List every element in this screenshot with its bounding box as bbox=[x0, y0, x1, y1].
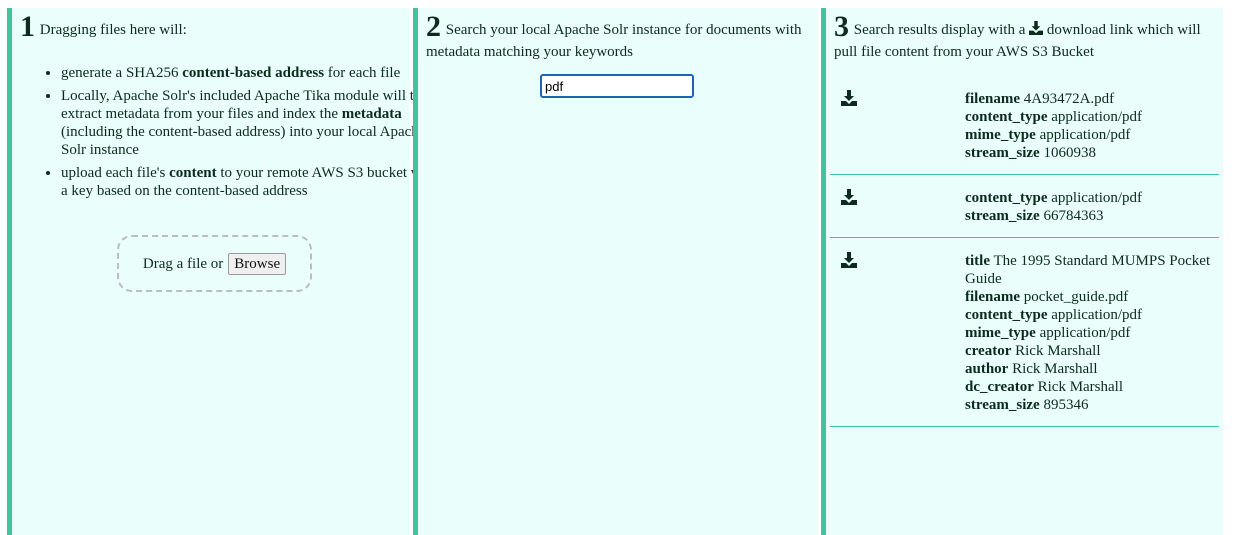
metadata-field: author Rick Marshall bbox=[965, 360, 1219, 378]
results-panel: 3 Search results display with a download… bbox=[821, 8, 1223, 535]
metadata-field: content_type application/pdf bbox=[965, 306, 1219, 324]
bullet-emphasis: metadata bbox=[341, 106, 402, 122]
field-value: pocket_guide.pdf bbox=[1023, 289, 1129, 305]
field-key: stream_size bbox=[965, 208, 1040, 224]
bullet-text: (including the content-based address) in… bbox=[61, 124, 426, 158]
result-metadata: filename 4A93472A.pdf content_type applic… bbox=[965, 90, 1219, 174]
metadata-field: stream_size 66784363 bbox=[965, 207, 1219, 225]
search-panel: 2 Search your local Apache Solr instance… bbox=[413, 8, 818, 535]
feature-list: generate a SHA256 content-based address … bbox=[20, 64, 446, 205]
bullet-text: upload each file's bbox=[61, 165, 170, 181]
field-value: application/pdf bbox=[1039, 127, 1131, 143]
field-value: application/pdf bbox=[1051, 190, 1143, 206]
search-input[interactable] bbox=[540, 74, 694, 98]
step-number: 3 bbox=[834, 10, 849, 43]
list-item: upload each file's content to your remot… bbox=[61, 164, 446, 200]
download-icon[interactable] bbox=[841, 252, 857, 268]
field-key: mime_type bbox=[965, 325, 1036, 341]
field-key: creator bbox=[965, 343, 1012, 359]
field-value: 895346 bbox=[1043, 397, 1089, 413]
metadata-field: mime_type application/pdf bbox=[965, 126, 1219, 144]
step3-heading-pre: Search results display with a bbox=[853, 22, 1026, 38]
metadata-field: filename 4A93472A.pdf bbox=[965, 90, 1219, 108]
step3-header: 3 Search results display with a download… bbox=[834, 12, 1217, 63]
field-value: 4A93472A.pdf bbox=[1023, 91, 1115, 107]
metadata-field: dc_creator Rick Marshall bbox=[965, 378, 1219, 396]
dropzone-label: Drag a file or bbox=[142, 255, 224, 272]
metadata-field: filename pocket_guide.pdf bbox=[965, 288, 1219, 306]
field-value: Rick Marshall bbox=[1012, 361, 1098, 377]
bullet-emphasis: content bbox=[169, 165, 217, 181]
step1-header: 1 Dragging files here will: bbox=[20, 12, 403, 42]
metadata-field: title The 1995 Standard MUMPS Pocket Gui… bbox=[965, 252, 1219, 288]
field-key: filename bbox=[965, 289, 1020, 305]
file-dropzone[interactable]: Drag a file or Browse bbox=[117, 235, 312, 292]
result-row: title The 1995 Standard MUMPS Pocket Gui… bbox=[830, 238, 1219, 427]
step-number: 2 bbox=[426, 10, 441, 43]
field-key: title bbox=[965, 253, 990, 269]
field-key: mime_type bbox=[965, 127, 1036, 143]
metadata-field: content_type application/pdf bbox=[965, 189, 1219, 207]
field-value: The 1995 Standard MUMPS Pocket Guide bbox=[965, 253, 1211, 287]
bullet-text: generate a SHA256 bbox=[61, 65, 183, 81]
result-metadata: content_type application/pdf stream_size … bbox=[965, 189, 1219, 237]
field-value: application/pdf bbox=[1039, 325, 1131, 341]
field-value: application/pdf bbox=[1051, 307, 1143, 323]
field-key: stream_size bbox=[965, 397, 1040, 413]
metadata-field: stream_size 1060938 bbox=[965, 144, 1219, 162]
metadata-field: creator Rick Marshall bbox=[965, 342, 1219, 360]
field-value: application/pdf bbox=[1051, 109, 1143, 125]
field-value: Rick Marshall bbox=[1015, 343, 1101, 359]
field-key: dc_creator bbox=[965, 379, 1034, 395]
metadata-field: content_type application/pdf bbox=[965, 108, 1219, 126]
step2-header: 2 Search your local Apache Solr instance… bbox=[426, 12, 812, 63]
field-value: 66784363 bbox=[1043, 208, 1104, 224]
field-value: 1060938 bbox=[1043, 145, 1096, 161]
download-icon bbox=[1029, 21, 1044, 35]
field-key: filename bbox=[965, 91, 1020, 107]
field-key: stream_size bbox=[965, 145, 1040, 161]
list-item: generate a SHA256 content-based address … bbox=[61, 64, 446, 82]
result-metadata: title The 1995 Standard MUMPS Pocket Gui… bbox=[965, 252, 1219, 426]
field-key: author bbox=[965, 361, 1009, 377]
list-item: Locally, Apache Solr's included Apache T… bbox=[61, 87, 446, 159]
download-icon[interactable] bbox=[841, 90, 857, 106]
download-icon[interactable] bbox=[841, 189, 857, 205]
bullet-emphasis: content-based address bbox=[182, 65, 325, 81]
upload-panel: 1 Dragging files here will: generate a S… bbox=[7, 8, 437, 535]
field-key: content_type bbox=[965, 307, 1048, 323]
field-key: content_type bbox=[965, 190, 1048, 206]
field-key: content_type bbox=[965, 109, 1048, 125]
bullet-text: for each file bbox=[324, 65, 401, 81]
step-number: 1 bbox=[20, 10, 35, 43]
step2-heading: Search your local Apache Solr instance f… bbox=[426, 22, 802, 60]
field-value: Rick Marshall bbox=[1037, 379, 1124, 395]
metadata-field: stream_size 895346 bbox=[965, 396, 1219, 414]
metadata-field: mime_type application/pdf bbox=[965, 324, 1219, 342]
result-row: content_type application/pdf stream_size … bbox=[830, 175, 1219, 238]
results-list: filename 4A93472A.pdf content_type applic… bbox=[830, 76, 1219, 427]
browse-button[interactable]: Browse bbox=[228, 252, 287, 275]
step1-heading: Dragging files here will: bbox=[39, 22, 187, 38]
result-row: filename 4A93472A.pdf content_type applic… bbox=[830, 76, 1219, 175]
